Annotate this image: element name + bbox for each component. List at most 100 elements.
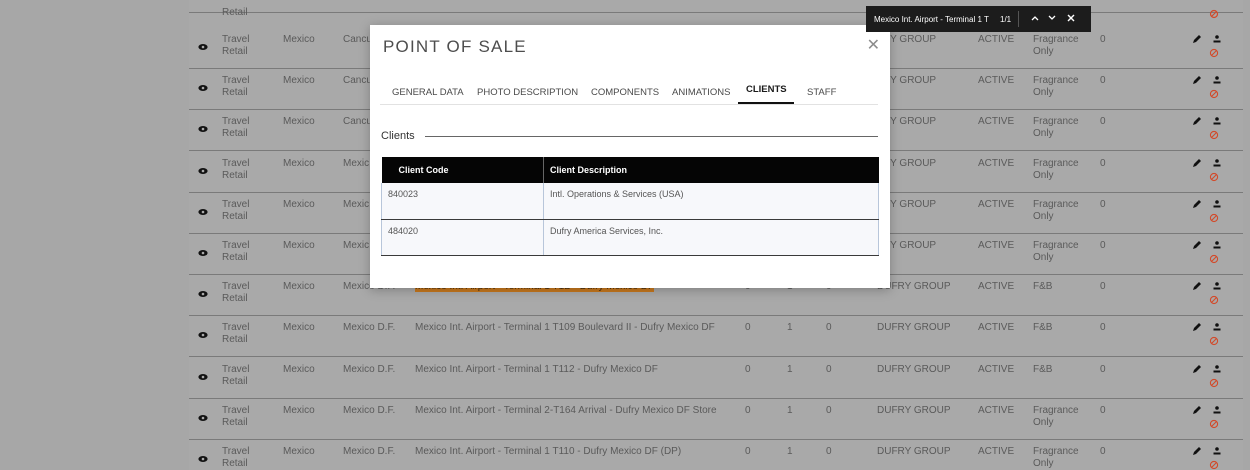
edit-icon[interactable] [1192,34,1202,47]
count-cell: 0 [745,446,751,457]
user-icon[interactable] [1212,322,1222,335]
edit-icon[interactable] [1192,446,1202,459]
column-header-client-description[interactable]: Client Description [543,157,879,183]
user-icon[interactable] [1212,158,1222,171]
category-cell: Fragrance Only [1033,198,1079,222]
channel-cell: Retail [222,7,248,18]
eye-icon[interactable] [198,42,208,52]
user-icon[interactable] [1212,364,1222,377]
tab-components[interactable]: COMPONENTS [591,87,659,98]
user-icon[interactable] [1212,116,1222,129]
block-icon[interactable] [1209,89,1219,102]
table-row[interactable]: Travel Retail Mexico Mexico D.F. Mexico Int… [189,316,1243,358]
city-cell: Mexico D.F. [343,404,396,416]
eye-icon[interactable] [198,166,208,176]
tab-staff[interactable]: STAFF [807,87,836,98]
table-row[interactable]: Travel Retail Mexico Mexico D.F. Mexico Int… [189,399,1243,440]
clients-table: Client Code Client Description 840023 In… [381,157,879,256]
block-icon[interactable] [1209,130,1219,143]
count-cell: 0 [826,322,832,334]
block-icon[interactable] [1209,419,1219,432]
user-icon[interactable] [1212,405,1222,418]
eye-icon[interactable] [198,124,208,134]
clients-table-header: Client Code Client Description [381,157,879,183]
edit-icon[interactable] [1192,158,1202,171]
country-cell: Mexico [283,281,315,293]
modal-tabs: GENERAL DATA PHOTO DESCRIPTION COMPONENT… [380,83,878,105]
user-icon[interactable] [1212,281,1222,294]
close-icon[interactable]: ✕ [867,35,880,55]
edit-icon[interactable] [1192,199,1202,212]
block-icon[interactable] [1209,254,1219,267]
count-cell: 0 [1100,404,1106,416]
category-cell: F&B [1033,281,1053,293]
user-icon[interactable] [1212,240,1222,253]
user-icon[interactable] [1212,34,1222,47]
eye-icon[interactable] [198,372,208,382]
edit-icon[interactable] [1192,364,1202,377]
block-icon[interactable] [1209,336,1219,349]
edit-icon[interactable] [1192,322,1202,335]
find-in-page-bar: Mexico Int. Airport - Terminal 1 T1 1/1 [866,6,1091,32]
channel-cell: Travel Retail [222,240,250,263]
user-icon[interactable] [1212,199,1222,212]
row-actions [1192,364,1222,394]
eye-icon[interactable] [198,330,208,340]
eye-icon[interactable] [198,289,208,299]
tab-photo-description[interactable]: PHOTO DESCRIPTION [477,87,578,98]
client-code-cell: 840023 [381,183,544,220]
table-row[interactable]: Travel Retail Mexico Mexico D.F. Mexico Int… [189,440,1243,470]
column-header-client-code[interactable]: Client Code [381,157,544,183]
point-of-sale-modal: POINT OF SALE ✕ GENERAL DATA PHOTO DESCR… [370,25,890,288]
eye-icon[interactable] [198,413,208,423]
tab-clients[interactable]: CLIENTS [746,84,787,95]
user-icon[interactable] [1212,446,1222,459]
table-row[interactable]: 484020 Dufry America Services, Inc. [381,219,879,256]
chevron-up-icon[interactable] [1030,13,1040,26]
category-cell: Fragrance Only [1033,157,1079,181]
chevron-down-icon[interactable] [1047,13,1057,26]
country-cell: Mexico [283,240,315,251]
status-cell: ACTIVE [978,198,1015,210]
city-cell: Mexico D.F. [343,446,396,457]
block-icon[interactable] [1209,378,1219,391]
edit-icon[interactable] [1192,281,1202,294]
count-cell: 0 [1100,322,1106,334]
block-icon[interactable] [1209,48,1219,61]
category-cell: Fragrance Only [1033,446,1079,469]
count-cell: 0 [826,446,832,457]
eye-icon[interactable] [198,454,208,464]
block-icon[interactable] [1209,295,1219,308]
block-icon[interactable] [1209,172,1219,185]
block-icon[interactable] [1209,213,1219,226]
edit-icon[interactable] [1192,75,1202,88]
user-icon[interactable] [1212,75,1222,88]
channel-cell: Travel Retail [222,116,250,140]
country-cell: Mexico [283,363,315,375]
edit-icon[interactable] [1192,405,1202,418]
group-cell: DUFRY GROUP [877,446,951,457]
active-tab-indicator [738,102,794,104]
tab-animations[interactable]: ANIMATIONS [672,87,730,98]
edit-icon[interactable] [1192,116,1202,129]
table-row[interactable]: Travel Retail Mexico Mexico D.F. Mexico Int… [189,358,1243,399]
eye-icon[interactable] [198,83,208,93]
eye-icon[interactable] [198,207,208,217]
country-cell: Mexico [283,446,315,457]
tab-general-data[interactable]: GENERAL DATA [392,87,464,98]
row-actions [1192,158,1222,188]
table-row[interactable]: 840023 Intl. Operations & Services (USA) [381,183,879,220]
edit-icon[interactable] [1192,240,1202,253]
block-icon[interactable] [1209,460,1219,470]
count-cell: 1 [787,363,793,375]
row-actions [1192,281,1222,311]
group-cell: DUFRY GROUP [877,404,951,416]
pos-name-cell: Mexico Int. Airport - Terminal 1 T110 - … [415,446,682,457]
count-cell: 0 [826,363,832,375]
count-cell: 1 [787,322,793,334]
row-actions [1192,75,1222,105]
close-icon[interactable] [1066,13,1076,26]
channel-cell: Travel Retail [222,198,250,222]
find-query-input[interactable]: Mexico Int. Airport - Terminal 1 T1 [874,15,989,24]
eye-icon[interactable] [198,248,208,258]
